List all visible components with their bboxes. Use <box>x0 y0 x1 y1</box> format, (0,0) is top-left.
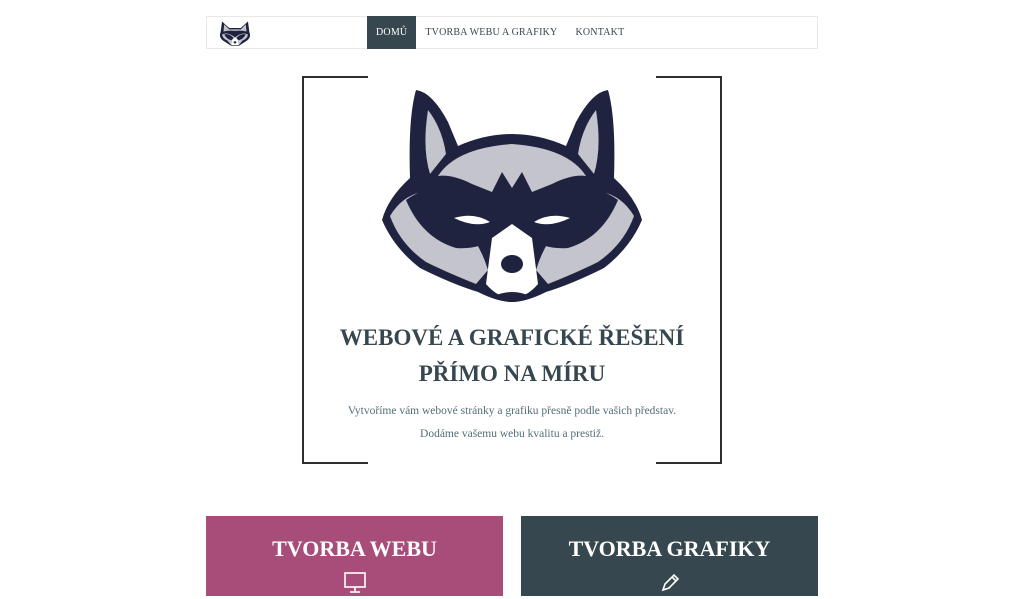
nav-item-domu[interactable]: DOMŮ <box>367 16 417 49</box>
page-title-line-1: WEBOVÉ A GRAFICKÉ ŘEŠENÍ <box>339 325 685 350</box>
nav-item-tvorba[interactable]: TVORBA WEBU A GRAFIKY <box>416 16 566 49</box>
card-title: TVORBA GRAFIKY <box>568 536 771 561</box>
nav-item-kontakt[interactable]: KONTAKT <box>566 16 633 49</box>
page-title-line-2: PŘÍMO NA MÍRU <box>418 361 606 386</box>
monitor-icon <box>344 572 366 594</box>
raccoon-logo-icon <box>376 88 648 302</box>
hero-text-line-1: Vytvoříme vám webové stránky a grafiku p… <box>347 405 677 417</box>
card-tvorba-grafiky[interactable]: TVORBA GRAFIKY <box>521 516 818 596</box>
card-title: TVORBA WEBU <box>272 536 437 561</box>
navbar: DOMŮ TVORBA WEBU A GRAFIKY KONTAKT <box>206 16 818 49</box>
page-title: WEBOVÉ A GRAFICKÉ ŘEŠENÍ PŘÍMO NA MÍRU <box>302 320 722 392</box>
hero-description: Vytvoříme vám webové stránky a grafiku p… <box>302 400 722 446</box>
card-tvorba-webu[interactable]: TVORBA WEBU <box>206 516 503 596</box>
hero-text-line-2: Dodáme vašemu webu kvalitu a prestiž. <box>420 428 604 440</box>
raccoon-logo-icon[interactable] <box>217 18 253 48</box>
hero-section: WEBOVÉ A GRAFICKÉ ŘEŠENÍ PŘÍMO NA MÍRU V… <box>302 76 722 464</box>
pencil-icon <box>659 572 681 594</box>
main-menu: DOMŮ TVORBA WEBU A GRAFIKY KONTAKT <box>367 16 633 49</box>
